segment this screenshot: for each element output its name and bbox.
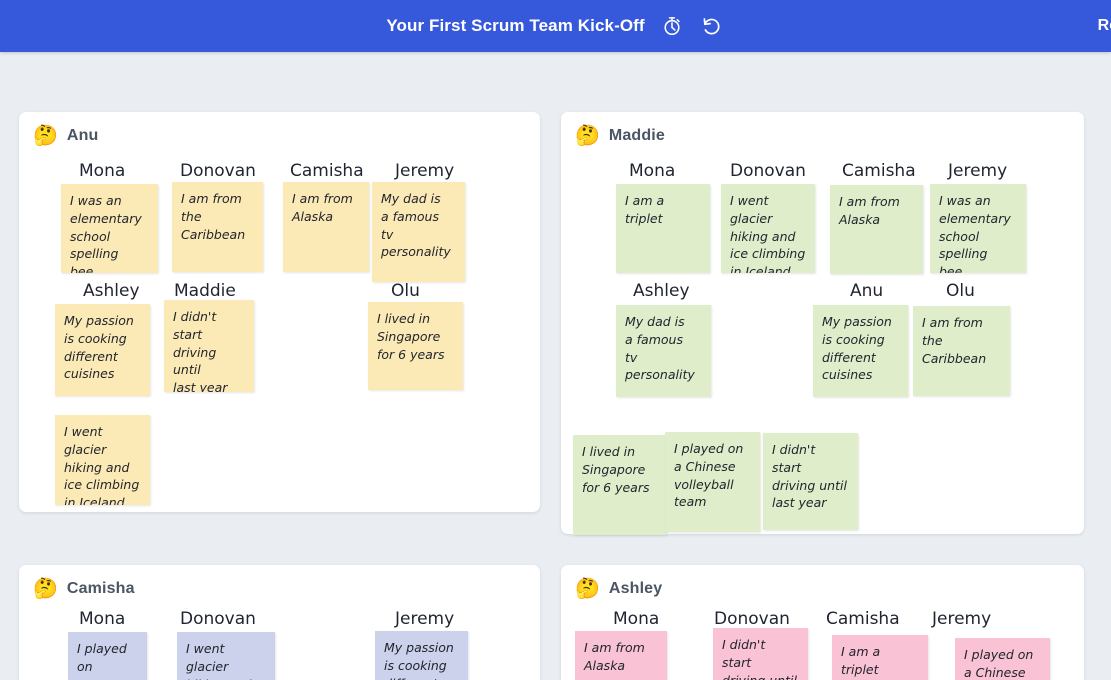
thinking-face-icon: 🤔 bbox=[33, 578, 58, 600]
sticky-note[interactable]: I was an elementary school spelling bee … bbox=[61, 184, 158, 273]
sticky-note[interactable]: I lived in Singapore for 6 years bbox=[573, 435, 666, 535]
sticky-note[interactable]: I went glacier hiking and ice climbing i… bbox=[721, 184, 815, 273]
column-label-donovan: Donovan bbox=[730, 161, 806, 181]
column-label-ashley: Ashley bbox=[83, 281, 140, 301]
panel-header-ashley: 🤔 Ashley bbox=[561, 565, 1084, 601]
column-label-mona: Mona bbox=[79, 161, 126, 181]
undo-icon[interactable] bbox=[699, 13, 725, 39]
sticky-note[interactable]: I was an elementary school spelling bee … bbox=[930, 184, 1026, 273]
panel-camisha[interactable]: 🤔 Camisha Mona Donovan Jeremy I played o… bbox=[19, 565, 540, 680]
sticky-note[interactable]: My passion is cooking different cuisines bbox=[55, 304, 150, 396]
column-label-donovan: Donovan bbox=[180, 161, 256, 181]
sticky-note[interactable]: My passion is cooking different cuisines bbox=[813, 305, 908, 397]
sticky-note[interactable]: My passion is cooking different cuisines bbox=[375, 631, 468, 680]
thinking-face-icon: 🤔 bbox=[575, 578, 600, 600]
sticky-note[interactable]: I am from the Caribbean bbox=[913, 306, 1010, 396]
sticky-note[interactable]: I didn't start driving until last year bbox=[763, 433, 858, 530]
sticky-note[interactable]: I played on a Chinese volleyball team bbox=[68, 632, 147, 680]
app-header-bar: Your First Scrum Team Kick-Off Rea bbox=[0, 0, 1111, 52]
panel-header-camisha: 🤔 Camisha bbox=[19, 565, 540, 601]
panel-owner-name: Ashley bbox=[608, 580, 663, 597]
column-label-camisha: Camisha bbox=[826, 609, 900, 629]
column-label-jeremy: Jeremy bbox=[932, 609, 992, 629]
app-header-center: Your First Scrum Team Kick-Off bbox=[386, 13, 724, 39]
board-canvas: 🤔 Anu Mona Donovan Camisha Jeremy I was … bbox=[0, 52, 1111, 680]
sticky-note[interactable]: I am from Alaska bbox=[283, 182, 369, 272]
column-label-camisha: Camisha bbox=[842, 161, 916, 181]
column-label-jeremy: Jeremy bbox=[395, 161, 455, 181]
thinking-face-icon: 🤔 bbox=[575, 125, 600, 147]
column-label-olu: Olu bbox=[391, 281, 420, 301]
column-label-maddie: Maddie bbox=[174, 281, 236, 301]
sticky-note[interactable]: I went glacier hiking and ice climbing i… bbox=[55, 415, 150, 505]
panel-owner-name: Maddie bbox=[608, 127, 665, 144]
sticky-note[interactable]: I am from Alaska bbox=[830, 185, 923, 274]
sticky-note[interactable]: I didn't start driving until last year bbox=[713, 628, 808, 680]
column-label-mona: Mona bbox=[613, 609, 660, 629]
column-label-donovan: Donovan bbox=[180, 609, 256, 629]
sticky-note[interactable]: I am a triplet bbox=[616, 184, 710, 273]
panel-anu[interactable]: 🤔 Anu Mona Donovan Camisha Jeremy I was … bbox=[19, 112, 540, 512]
panel-header-anu: 🤔 Anu bbox=[19, 112, 540, 148]
sticky-note[interactable]: I didn't start driving until last year bbox=[164, 300, 254, 392]
sticky-note[interactable]: I lived in Singapore for 6 years bbox=[368, 302, 463, 390]
panel-owner-name: Camisha bbox=[66, 580, 135, 597]
sticky-note[interactable]: I am from the Caribbean bbox=[172, 182, 263, 272]
sticky-note[interactable]: I went glacier hiking and ice climbing i… bbox=[177, 632, 275, 680]
column-label-mona: Mona bbox=[629, 161, 676, 181]
sticky-note[interactable]: My dad is a famous tv personality bbox=[372, 182, 465, 282]
sticky-note[interactable]: I played on a Chinese volleyball team bbox=[955, 638, 1050, 680]
column-label-camisha: Camisha bbox=[290, 161, 364, 181]
thinking-face-icon: 🤔 bbox=[33, 125, 58, 147]
panel-owner-name: Anu bbox=[66, 127, 99, 144]
column-label-mona: Mona bbox=[79, 609, 126, 629]
column-label-jeremy: Jeremy bbox=[948, 161, 1008, 181]
sticky-note[interactable]: My dad is a famous tv personality bbox=[616, 305, 711, 397]
page-title: Your First Scrum Team Kick-Off bbox=[386, 16, 645, 35]
sticky-note[interactable]: I am from Alaska bbox=[575, 631, 667, 680]
sticky-note[interactable]: I am a triplet bbox=[832, 635, 928, 680]
column-label-jeremy: Jeremy bbox=[395, 609, 455, 629]
column-label-ashley: Ashley bbox=[633, 281, 690, 301]
column-label-donovan: Donovan bbox=[714, 609, 790, 629]
panel-ashley[interactable]: 🤔 Ashley Mona Donovan Camisha Jeremy I a… bbox=[561, 565, 1084, 680]
column-label-olu: Olu bbox=[946, 281, 975, 301]
app-header-right: Rea bbox=[1098, 0, 1111, 52]
stopwatch-icon[interactable] bbox=[659, 13, 685, 39]
sticky-note[interactable]: I played on a Chinese volleyball team bbox=[665, 432, 760, 532]
panel-header-maddie: 🤔 Maddie bbox=[561, 112, 1084, 148]
column-label-anu: Anu bbox=[850, 281, 884, 301]
ready-button[interactable]: Rea bbox=[1098, 17, 1111, 35]
